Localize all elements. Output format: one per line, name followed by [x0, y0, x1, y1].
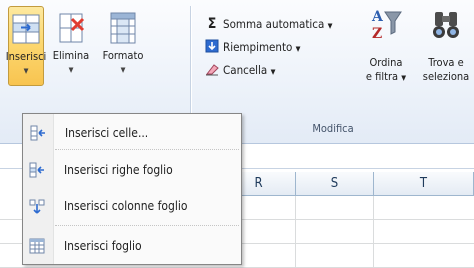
column-header-t[interactable]: T: [374, 172, 474, 196]
insert-sheet-icon: [29, 238, 45, 254]
menu-item-label: Inserisci colonne foglio: [64, 199, 188, 213]
insert-button[interactable]: Inserisci ▼: [5, 6, 47, 86]
autosum-button[interactable]: Σ Somma automatica ▼: [204, 14, 333, 34]
chevron-down-icon: ▼: [68, 66, 74, 74]
insert-cells-icon: [30, 125, 45, 141]
clear-label: Cancella: [223, 63, 268, 77]
eraser-icon: [204, 60, 220, 80]
menu-item-insert-sheet[interactable]: Inserisci foglio: [23, 232, 241, 260]
sigma-icon: Σ: [207, 16, 217, 32]
find-select-label-2: seleziona: [422, 70, 470, 83]
chevron-down-icon: ▼: [23, 67, 29, 75]
autosum-label: Somma automatica: [223, 17, 325, 31]
delete-cells-icon: [59, 13, 85, 43]
sort-filter-label-2: e filtra: [365, 70, 399, 83]
delete-button-label: Elimina: [52, 49, 90, 62]
menu-item-insert-rows[interactable]: Inserisci righe foglio: [23, 156, 241, 184]
find-select-label-1: Trova e: [428, 56, 464, 69]
clear-button[interactable]: Cancella ▼: [204, 60, 275, 80]
sort-filter-label-2-row: e filtra ▼: [358, 70, 414, 85]
sort-filter-button[interactable]: A Z Ordina e filtra ▼: [358, 6, 414, 116]
svg-text:A: A: [371, 9, 384, 25]
chevron-down-icon: ▼: [295, 45, 301, 53]
menu-item-label: Inserisci righe foglio: [64, 163, 173, 177]
format-button-label: Formato: [102, 49, 144, 62]
format-cells-icon: [110, 12, 136, 44]
insert-button-label: Inserisci: [5, 50, 47, 63]
insert-cells-icon: [12, 14, 40, 44]
fill-button[interactable]: Riempimento ▼: [204, 37, 300, 57]
menu-item-label: Inserisci foglio: [64, 239, 142, 253]
chevron-down-icon: ▼: [327, 22, 333, 30]
svg-text:Z: Z: [372, 26, 382, 42]
grid-column-line: [295, 196, 296, 268]
fill-down-icon: [204, 37, 220, 57]
menu-item-label: Inserisci celle...: [65, 126, 149, 140]
sort-filter-label-1: Ordina: [369, 56, 403, 69]
sort-filter-icon: A Z: [371, 9, 402, 42]
chevron-down-icon: ▼: [401, 74, 407, 82]
find-select-button[interactable]: Trova e seleziona: [416, 6, 474, 116]
insert-rows-icon: [29, 162, 44, 178]
column-header-s[interactable]: S: [296, 172, 374, 196]
format-button[interactable]: Formato ▼: [96, 6, 150, 86]
insert-columns-icon: [29, 199, 45, 214]
menu-separator: [55, 149, 239, 150]
fill-label: Riempimento: [223, 40, 293, 54]
menu-item-insert-columns[interactable]: Inserisci colonne foglio: [23, 192, 241, 220]
menu-item-insert-cells[interactable]: Inserisci celle...: [23, 118, 243, 148]
delete-button[interactable]: Elimina ▼: [48, 6, 94, 86]
chevron-down-icon: ▼: [120, 66, 126, 74]
chevron-down-icon: ▼: [270, 68, 276, 76]
binoculars-icon: [433, 12, 459, 38]
grid-column-line: [373, 196, 374, 268]
menu-separator: [55, 225, 239, 226]
insert-dropdown-menu: Inserisci celle... Inserisci righe fogli…: [22, 113, 242, 265]
